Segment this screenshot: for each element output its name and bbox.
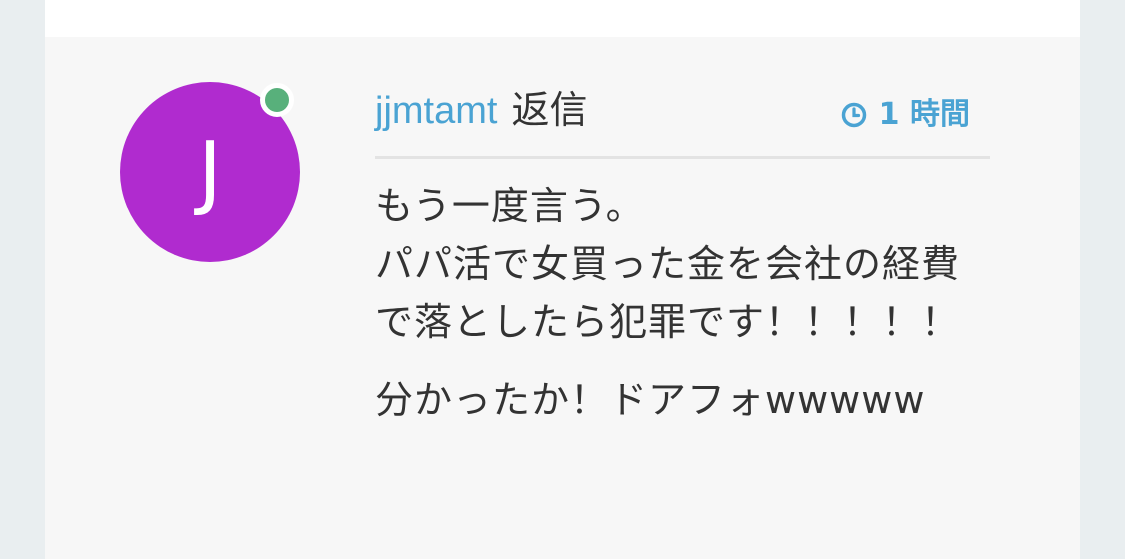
clock-icon bbox=[841, 102, 866, 128]
comment-body: もう一度言う。 パパ活で女買った金を会社の経費で落としたら犯罪です！！！！！ 分… bbox=[375, 177, 985, 449]
comment-meta: jjmtamt 返信 bbox=[375, 87, 587, 135]
comment-paragraph: 分かったか！ドアフォwwwww bbox=[375, 378, 926, 422]
author-name-link[interactable]: jjmtamt bbox=[375, 90, 497, 132]
online-status-indicator bbox=[260, 83, 294, 117]
reply-label: 返信 bbox=[511, 90, 588, 132]
time-label: 1 時間 bbox=[878, 97, 970, 132]
comment-header: jjmtamt 返信 1 時間 bbox=[375, 87, 990, 159]
avatar-letter: J bbox=[198, 125, 222, 218]
comment-card: J jjmtamt 返信 1 時間 もう一度言う。 パパ活で女買った金を会社の経費… bbox=[45, 37, 1080, 559]
comment-time[interactable]: 1 時間 bbox=[841, 95, 970, 135]
previous-card-bottom bbox=[45, 0, 1080, 37]
comment-paragraph: もう一度言う。 パパ活で女買った金を会社の経費で落としたら犯罪です！！！！！ bbox=[375, 184, 961, 344]
